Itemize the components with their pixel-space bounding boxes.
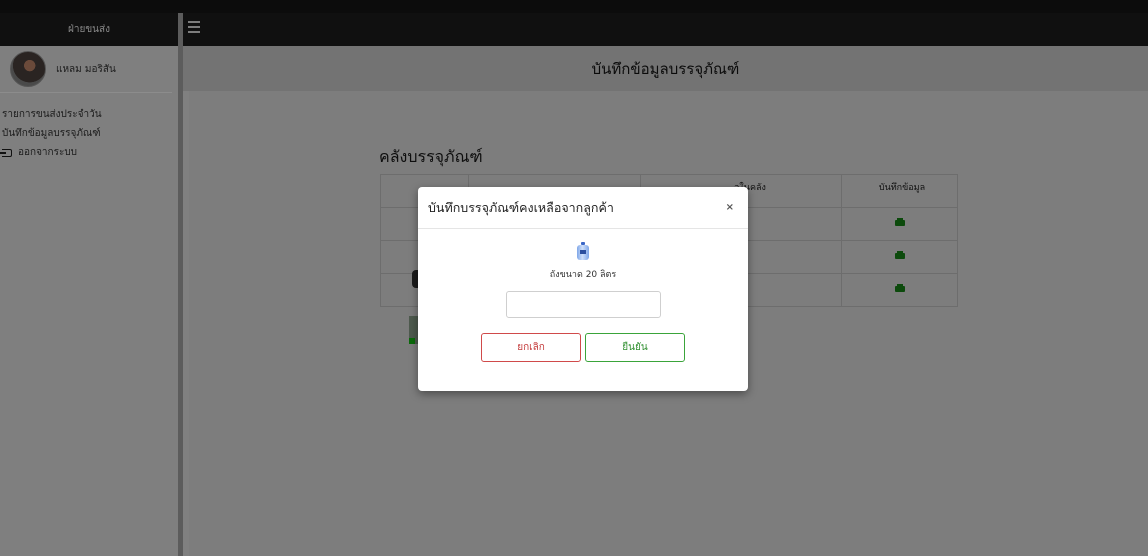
save-icon[interactable] — [894, 284, 905, 292]
sidebar-divider — [178, 13, 183, 556]
sidebar-item-label: ออกจากระบบ — [18, 147, 78, 158]
table-header-record: บันทึกข้อมูล — [878, 183, 926, 193]
avatar — [10, 51, 46, 87]
sidebar-item-daily-transport[interactable]: รายการขนส่งประจำวัน — [0, 105, 178, 124]
confirm-button[interactable]: ยืนยัน — [585, 333, 685, 362]
page-title: บันทึกข้อมูลบรรจุภัณฑ์ — [591, 59, 740, 78]
modal-title: บันทึกบรรจุภัณฑ์คงเหลือจากลูกค้า — [428, 199, 614, 215]
sidebar-item-label: รายการขนส่งประจำวัน — [2, 109, 102, 120]
modal-header: บันทึกบรรจุภัณฑ์คงเหลือจากลูกค้า × — [418, 187, 748, 229]
logout-icon — [0, 148, 12, 157]
sidebar-menu: รายการขนส่งประจำวัน บันทึกข้อมูลบรรจุภัณ… — [0, 93, 178, 162]
sidebar-brand: ฝ่ายขนส่ง — [0, 13, 178, 46]
content-header: บันทึกข้อมูลบรรจุภัณฑ์ — [183, 46, 1148, 91]
sidebar: ฝ่ายขนส่ง แหลม มอริสัน รายการขนส่งประจำว… — [0, 13, 178, 556]
modal-actions: ยกเลิก ยืนยัน — [418, 333, 748, 362]
hamburger-menu-icon[interactable] — [188, 21, 200, 33]
user-panel: แหลม มอริสัน — [0, 46, 172, 93]
close-icon[interactable]: × — [726, 202, 734, 213]
sidebar-item-label: บันทึกข้อมูลบรรจุภัณฑ์ — [2, 128, 101, 139]
top-strip — [0, 0, 1148, 13]
cancel-button[interactable]: ยกเลิก — [481, 333, 581, 362]
user-name: แหลม มอริสัน — [56, 63, 116, 75]
quantity-input[interactable] — [505, 291, 661, 318]
item-name: ถังขนาด 20 ลิตร — [549, 270, 617, 280]
section-title: คลังบรรจุภัณฑ์ — [379, 147, 483, 166]
top-navbar — [183, 13, 1148, 46]
sidebar-item-logout[interactable]: ออกจากระบบ — [0, 143, 178, 162]
modal-body: ถังขนาด 20 ลิตร ยกเลิก ยืนยัน — [418, 229, 748, 362]
sidebar-item-package-record[interactable]: บันทึกข้อมูลบรรจุภัณฑ์ — [0, 124, 178, 143]
water-bottle-icon — [577, 242, 589, 260]
save-icon[interactable] — [894, 218, 905, 226]
record-modal: บันทึกบรรจุภัณฑ์คงเหลือจากลูกค้า × ถังขน… — [418, 187, 748, 391]
save-icon[interactable] — [894, 251, 905, 259]
